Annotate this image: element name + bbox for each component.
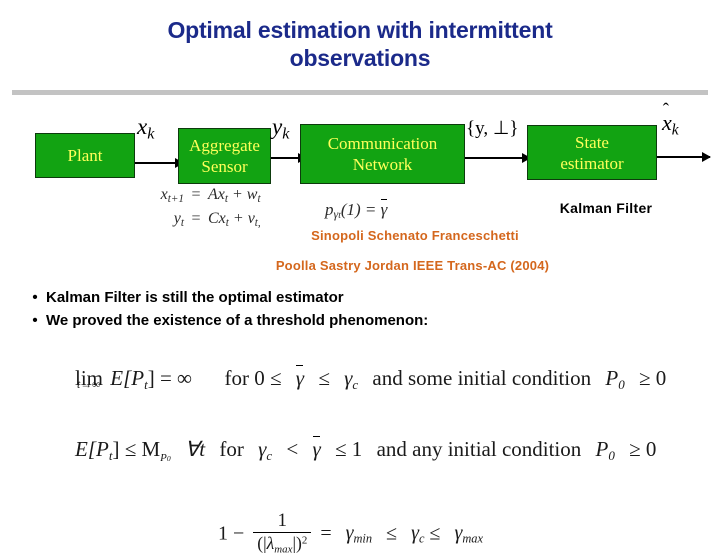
- bullet-text-2: We proved the existence of a threshold p…: [46, 312, 429, 329]
- bullet-marker-icon: •: [32, 289, 38, 306]
- P0-relation: ≥ 0: [638, 366, 667, 390]
- aggregate-sensor-label-line-1: Aggregate: [189, 136, 260, 155]
- for-keyword: for: [219, 436, 244, 461]
- signal-label-yk: yk: [272, 114, 290, 143]
- state-eq-rhs: Axt + wt: [208, 186, 261, 206]
- bullet-text-1: Kalman Filter is still the optimal estim…: [46, 289, 344, 306]
- bullet-marker-icon: •: [32, 312, 38, 329]
- gamma-c-symbol: γc: [258, 436, 273, 463]
- relation-le-1: ≤: [386, 522, 398, 545]
- gamma-min-symbol: γmin: [345, 522, 373, 546]
- signal-label-xk: xk: [137, 114, 155, 143]
- citation-line-1: Sinopoli Schenato Franceschetti: [311, 228, 519, 243]
- condition-prefix: for 0 ≤: [224, 366, 282, 390]
- equation-bounded: E[Pt] ≤ MP0 ∀t for γc < γ ≤ 1 and any in…: [75, 435, 720, 464]
- page-title-line-2: observations: [289, 45, 431, 71]
- plant-state-equations: xt+1 = Axt + wt yt = Cxt + vt,: [122, 186, 261, 234]
- state-eq-lhs: xt+1: [160, 186, 184, 206]
- network-probability-equation: pγt(1) = γ: [325, 198, 388, 222]
- output-eq-lhs: yt: [173, 210, 184, 230]
- output-eq-equals: =: [191, 210, 201, 227]
- equation-threshold-bounds: 1 − 1 (|λmax|)2 = γmin ≤ γc ≤ γmax: [218, 509, 720, 558]
- citation-line-2: Poolla Sastry Jordan IEEE Trans-AC (2004…: [275, 258, 550, 273]
- arrow-network-to-estimator: [465, 153, 531, 163]
- kalman-filter-caption: Kalman Filter: [559, 200, 653, 216]
- relation-le: ≤: [318, 366, 330, 390]
- gamma-bar-symbol: γ: [295, 364, 305, 390]
- signal-label-x-hat-k: x̂k: [662, 110, 679, 139]
- state-equation-row: xt+1 = Axt + wt: [122, 186, 261, 210]
- title-divider: [12, 90, 708, 95]
- condition-suffix: and some initial condition: [372, 366, 592, 390]
- forall-t: ∀t: [184, 436, 206, 461]
- gamma-c-symbol: γc: [411, 522, 425, 546]
- state-eq-equals: =: [191, 186, 201, 203]
- fraction: 1 (|λmax|)2: [253, 509, 312, 556]
- one-minus: 1 −: [218, 522, 245, 545]
- diagram-block-plant-label: Plant: [67, 145, 103, 165]
- arrow-plant-to-sensor: [135, 158, 184, 168]
- gamma-max-symbol: γmax: [454, 522, 483, 546]
- equals-sign: =: [320, 522, 332, 545]
- relation-le-2: ≤: [429, 522, 441, 545]
- expectation-term: E[Pt: [110, 366, 148, 392]
- P0-term: P0: [595, 436, 615, 463]
- page-title-line-1: Optimal estimation with intermittent: [167, 17, 553, 43]
- fraction-denominator: (|λmax|)2: [257, 533, 308, 556]
- arrow-estimator-output: [655, 152, 711, 162]
- relation-le-one: ≤ 1: [335, 436, 363, 461]
- communication-network-label-line-2: Network: [352, 155, 413, 174]
- list-item: • Kalman Filter is still the optimal est…: [24, 286, 714, 309]
- P0-relation: ≥ 0: [629, 436, 657, 461]
- equation-divergence: lim t→∞ E[Pt] = ∞ for 0 ≤ γ ≤ γc and some…: [75, 364, 720, 393]
- state-estimator-label-line-1: State: [574, 132, 609, 152]
- slide-title: Optimal estimation with intermittent obs…: [0, 16, 720, 72]
- gamma-c-symbol: γc: [344, 366, 359, 392]
- state-estimator-label-line-2: estimator: [560, 153, 624, 173]
- list-item: • We proved the existence of a threshold…: [24, 309, 714, 332]
- diagram-block-plant[interactable]: Plant: [35, 133, 135, 178]
- aggregate-sensor-label-line-2: Sensor: [201, 157, 248, 176]
- diagram-block-communication-network[interactable]: Communication Network: [300, 124, 465, 184]
- output-eq-rhs: Cxt + vt,: [208, 210, 261, 230]
- theorem-equations: lim t→∞ E[Pt] = ∞ for 0 ≤ γ ≤ γc and some…: [0, 360, 720, 556]
- expectation-bound: ] ≤ M: [112, 436, 161, 461]
- diagram-block-state-estimator[interactable]: State estimator: [527, 125, 657, 180]
- signal-label-y-or-bottom: {y, ⊥}: [466, 118, 519, 139]
- diagram-block-aggregate-sensor[interactable]: Aggregate Sensor: [178, 128, 271, 184]
- M-subscript: P0: [160, 451, 171, 464]
- bullet-list: • Kalman Filter is still the optimal est…: [24, 286, 714, 332]
- limit-operator: lim t→∞: [75, 366, 104, 392]
- gamma-bar-symbol: γ: [312, 435, 321, 461]
- communication-network-label-line-1: Communication: [327, 134, 438, 153]
- fraction-numerator: 1: [277, 509, 288, 531]
- relation-lt: <: [286, 436, 299, 461]
- expectation-close: ] = ∞: [147, 366, 193, 390]
- condition-suffix: and any initial condition: [376, 436, 582, 461]
- expectation-term: E[Pt: [75, 436, 113, 463]
- output-equation-row: yt = Cxt + vt,: [122, 210, 261, 234]
- P0-term: P0: [605, 366, 625, 392]
